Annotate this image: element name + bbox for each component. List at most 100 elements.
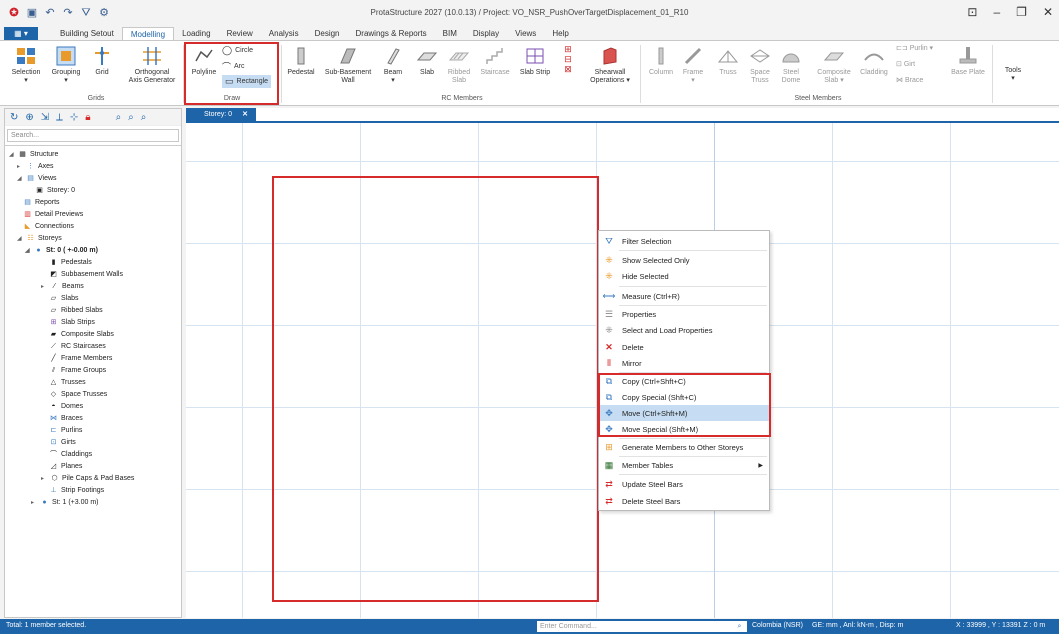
ribbed-slab-button[interactable]: Ribbed Slab (444, 45, 474, 85)
tree-search-input[interactable]: Search... (7, 129, 179, 142)
tree-item-frame-groups[interactable]: ⫽ Frame Groups (49, 365, 106, 376)
tree-item-detail-previews[interactable]: ▥ Detail Previews (23, 209, 83, 220)
design-code-status[interactable]: Colombia (NSR) (752, 622, 803, 629)
menu-delete[interactable]: ✕ Delete (599, 339, 769, 355)
pedestal-button[interactable]: Pedestal (285, 45, 317, 77)
menu-generate-members[interactable]: ⊞ Generate Members to Other Storeys (599, 439, 769, 455)
tab-modelling[interactable]: Modelling (121, 27, 175, 40)
menu-hide-selected[interactable]: ⁜ Hide Selected (599, 268, 769, 284)
frame-button[interactable]: Frame ▾ (680, 45, 706, 85)
tree-item-space-trusses[interactable]: ◇ Space Trusses (49, 389, 108, 400)
close-button[interactable]: ✕ (1043, 5, 1053, 19)
truss-button[interactable]: Truss (716, 45, 740, 77)
column-button[interactable]: Column (646, 45, 676, 77)
selection-button[interactable]: Selection ▾ (8, 45, 44, 85)
menu-member-tables[interactable]: ▦ Member Tables ▶ (599, 457, 769, 473)
tree-item-trusses[interactable]: △ Trusses (49, 377, 86, 388)
tree-item-beams[interactable]: ▸ ⁄ Beams (41, 281, 84, 292)
tree-item-braces[interactable]: ⋈ Braces (49, 413, 83, 424)
tree-item-slab-strips[interactable]: ⊞ Slab Strips (49, 317, 95, 328)
tree-item-pile-caps[interactable]: ▸ ⬡ Pile Caps & Pad Bases (41, 473, 134, 484)
menu-measure[interactable]: ⟷ Measure (Ctrl+R) (599, 288, 769, 304)
command-input[interactable]: Enter Command... (537, 621, 747, 632)
tree-item-strip-footings[interactable]: ⊥ Strip Footings (49, 485, 104, 496)
pin-icon[interactable]: ⊹ (70, 112, 78, 123)
zoom-select-icon[interactable]: ⌕ (116, 112, 122, 123)
tab-design[interactable]: Design (307, 27, 348, 40)
menu-delete-steel-bars[interactable]: ⇄ Delete Steel Bars (599, 493, 769, 509)
menu-filter-selection[interactable]: ⛛ Filter Selection (599, 233, 769, 249)
tree-item-slabs[interactable]: ▱ Slabs (49, 293, 79, 304)
tree-item-planes[interactable]: ◿ Planes (49, 461, 83, 472)
search-command-icon[interactable]: ⌕ (734, 621, 745, 632)
tree-item-structure[interactable]: ◢ ▦ Structure (9, 149, 58, 160)
composite-slab-button[interactable]: Composite Slab ▾ (814, 45, 854, 85)
staircase-button[interactable]: Staircase (478, 45, 512, 77)
maximize-button[interactable]: ❐ (1016, 5, 1027, 19)
tab-analysis[interactable]: Analysis (261, 27, 307, 40)
steel-dome-button[interactable]: Steel Dome (778, 45, 804, 85)
tree-item-pedestals[interactable]: ▮ Pedestals (49, 257, 92, 268)
tab-building-setout[interactable]: Building Setout (52, 27, 122, 40)
minimize-button[interactable]: – (993, 5, 1000, 19)
tree-item-storey-0[interactable]: ◢ ● St: 0 ( +-0.00 m) (25, 245, 98, 256)
refresh-icon[interactable]: ↻ (10, 112, 18, 123)
menu-show-selected-only[interactable]: ⁜ Show Selected Only (599, 252, 769, 268)
tree-item-rc-staircases[interactable]: ⟋ RC Staircases (49, 341, 106, 352)
restore-ribbon-icon[interactable]: ⊡ (967, 5, 977, 19)
tree-item-domes[interactable]: ◓ Domes (49, 401, 83, 412)
tab-help[interactable]: Help (544, 27, 576, 40)
tab-bim[interactable]: BIM (435, 27, 465, 40)
selected-rectangle-member[interactable] (272, 176, 599, 602)
tree-item-reports[interactable]: ▤ Reports (23, 197, 59, 208)
tree-item-composite-slabs[interactable]: ▰ Composite Slabs (49, 329, 114, 340)
shearwall-operations-button[interactable]: Shearwall Operations ▾ (584, 45, 636, 85)
close-tab-icon[interactable]: ✕ (242, 108, 248, 121)
tree-item-connections[interactable]: ◣ Connections (23, 221, 74, 232)
menu-update-steel-bars[interactable]: ⇄ Update Steel Bars (599, 476, 769, 492)
globe-icon[interactable]: ⊕ (25, 112, 33, 123)
document-tab-storey-0[interactable]: Storey: 0 ✕ (186, 108, 256, 121)
expand-icon[interactable]: ⇲ (41, 112, 49, 123)
girt-button[interactable]: ⊡ Girt (896, 61, 936, 69)
tree-item-claddings[interactable]: ⌒ Claddings (49, 449, 92, 460)
tree-item-ribbed-slabs[interactable]: ▱ Ribbed Slabs (49, 305, 103, 316)
tree-item-subbasement-walls[interactable]: ◩ Subbasement Walls (49, 269, 123, 280)
brace-button[interactable]: ⋈ Brace (896, 77, 936, 85)
base-plate-button[interactable]: Base Plate (948, 45, 988, 77)
tree-item-views[interactable]: ◢ ▤ Views (17, 173, 57, 184)
zoom-remove-icon[interactable]: ⌕ (141, 112, 147, 123)
tree-item-storey-1[interactable]: ▸ ● St: 1 (+3.00 m) (31, 497, 99, 508)
wall-tools-stack[interactable]: ⊞ ⊟ ⊠ (560, 45, 576, 75)
tab-review[interactable]: Review (219, 27, 261, 40)
slab-button[interactable]: Slab (414, 45, 440, 77)
tab-drawings-reports[interactable]: Drawings & Reports (348, 27, 435, 40)
menu-properties[interactable]: ☰ Properties (599, 306, 769, 322)
grid-button[interactable]: Grid (90, 45, 114, 77)
tree-item-axes[interactable]: ▸ ⋮ Axes (17, 161, 54, 172)
tree-item-girts[interactable]: ⊡ Girts (49, 437, 76, 448)
tab-views[interactable]: Views (507, 27, 544, 40)
subbasement-wall-button[interactable]: Sub-Basement Wall (322, 45, 374, 85)
tree-item-purlins[interactable]: ⊏ Purlins (49, 425, 83, 436)
purlin-button[interactable]: ⊏⊐ Purlin ▾ (896, 45, 936, 53)
tab-loading[interactable]: Loading (174, 27, 218, 40)
units-status[interactable]: GE: mm , Anl: kN-m , Disp: m (812, 622, 903, 629)
beam-button[interactable]: Beam ▾ (380, 45, 406, 85)
zoom-add-icon[interactable]: ⌕ (128, 112, 134, 123)
tree-item-storeys[interactable]: ◢ ☷ Storeys (17, 233, 62, 244)
axis-icon[interactable]: ⟂ (56, 112, 63, 123)
tools-button[interactable]: Tools ▾ (998, 67, 1028, 83)
menu-mirror[interactable]: ⫴ Mirror (599, 355, 769, 371)
slab-strip-button[interactable]: Slab Strip (516, 45, 554, 77)
tree-item-storey-view[interactable]: ▣ Storey: 0 (35, 185, 75, 196)
space-truss-button[interactable]: Space Truss (746, 45, 774, 85)
file-menu-button[interactable]: ▦ ▾ (4, 27, 38, 40)
lock-icon[interactable]: 🔒︎ (85, 112, 90, 123)
cladding-button[interactable]: Cladding (856, 45, 892, 77)
grouping-button[interactable]: Grouping ▾ (48, 45, 84, 85)
menu-select-load-properties[interactable]: ⁜ Select and Load Properties (599, 322, 769, 338)
orthogonal-axis-generator-button[interactable]: Orthogonal Axis Generator (124, 45, 180, 85)
tree-item-frame-members[interactable]: ╱ Frame Members (49, 353, 112, 364)
tab-display[interactable]: Display (465, 27, 507, 40)
